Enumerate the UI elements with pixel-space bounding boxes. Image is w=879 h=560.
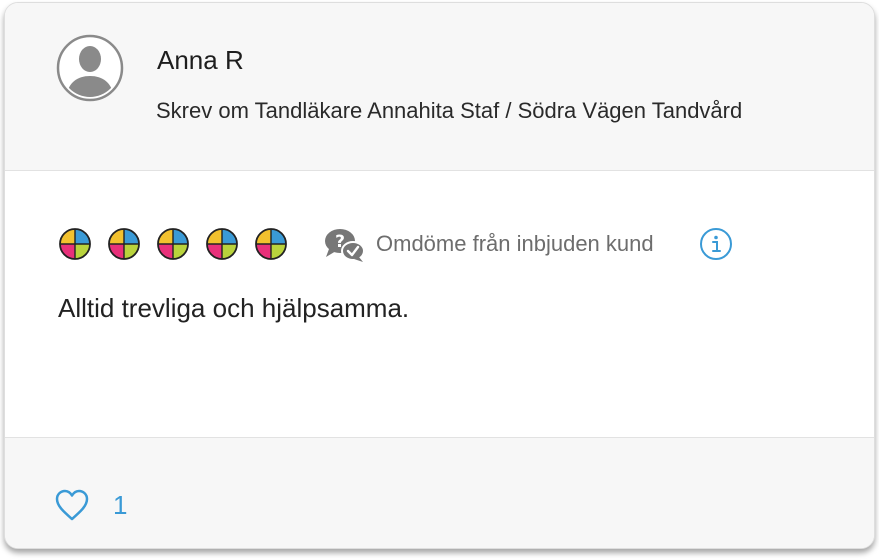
- rating: [58, 227, 303, 261]
- reviewer-name: Anna R: [157, 45, 244, 75]
- reviewed-clinic: Skrev om Tandläkare Annahita Staf / Södr…: [156, 98, 743, 123]
- review-card: Anna R Skrev om Tandläkare Annahita Staf…: [4, 2, 875, 549]
- heart-outline-icon[interactable]: [54, 488, 90, 522]
- like-count: 1: [113, 490, 128, 520]
- review-body: ? Omdöme från inbjuden kund Alltid trevl…: [5, 171, 874, 437]
- quadrant-circle-icon: [255, 228, 287, 260]
- quadrant-circle-icon: [59, 228, 91, 260]
- quadrant-circle-icon: [157, 228, 189, 260]
- review-footer: 1: [5, 437, 874, 548]
- speech-bubbles-question-check-icon: ?: [325, 229, 365, 262]
- quadrant-circle-icon: [206, 228, 238, 260]
- review-text: Alltid trevliga och hjälpsamma.: [58, 293, 410, 323]
- info-circle-icon[interactable]: [699, 227, 733, 261]
- invited-customer-badge: Omdöme från inbjuden kund: [376, 231, 654, 256]
- review-header: Anna R Skrev om Tandläkare Annahita Staf…: [5, 3, 874, 171]
- quadrant-circle-icon: [108, 228, 140, 260]
- avatar: [56, 34, 124, 102]
